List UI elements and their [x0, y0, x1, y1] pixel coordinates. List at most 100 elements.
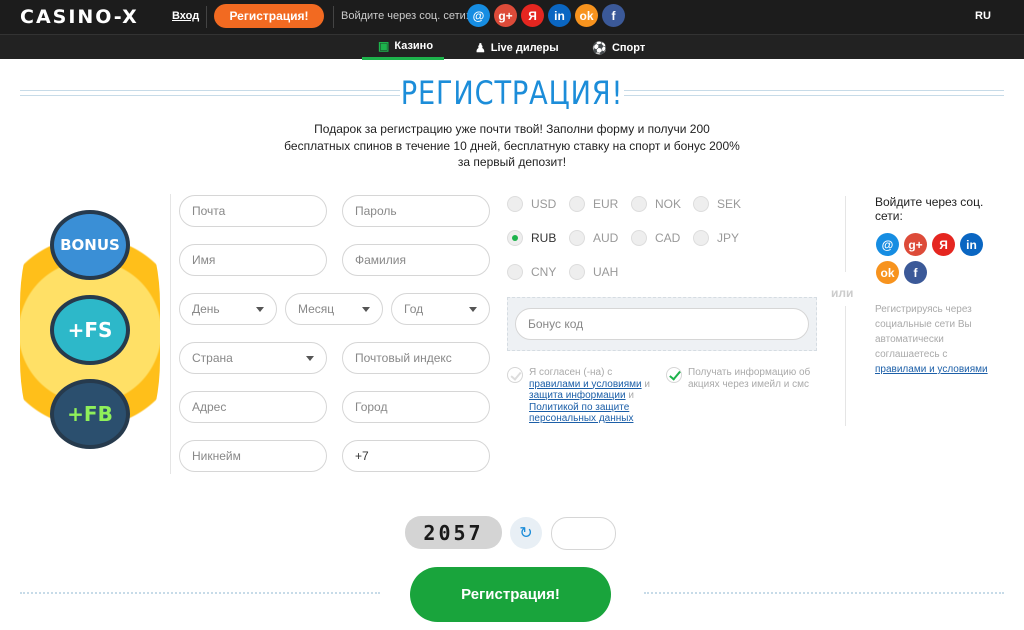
- currency-label: CNY: [531, 265, 557, 279]
- slot-machine-icon: ▣: [378, 39, 390, 53]
- terms-agreement[interactable]: Я согласен (-на) с правилами и условиями…: [507, 367, 657, 425]
- logo[interactable]: CASINO-X: [20, 6, 139, 28]
- yandex-icon[interactable]: Я: [932, 233, 955, 256]
- radio-icon: [569, 196, 585, 212]
- odnoklassniki-icon[interactable]: ok: [876, 261, 899, 284]
- radio-icon: [569, 230, 585, 246]
- first-name-field[interactable]: Имя: [179, 244, 327, 276]
- language-selector[interactable]: RU: [975, 10, 991, 22]
- linkedin-icon[interactable]: in: [960, 233, 983, 256]
- radio-icon: [569, 264, 585, 280]
- nav-live-label: Live дилеры: [490, 41, 559, 54]
- captcha-image: 2057: [405, 516, 502, 549]
- register-header-button[interactable]: Регистрация!: [214, 4, 324, 28]
- country-select[interactable]: Страна: [179, 342, 327, 374]
- address-field[interactable]: Адрес: [179, 391, 327, 423]
- checkbox-icon[interactable]: [507, 367, 523, 383]
- dealer-icon: ♟: [475, 40, 486, 55]
- yandex-icon[interactable]: Я: [521, 4, 544, 27]
- promo-illustration: BONUS +FS +FB: [20, 192, 160, 472]
- top-bar: CASINO-X Вход Регистрация! Войдите через…: [0, 0, 1024, 34]
- currency-cny[interactable]: CNY: [507, 264, 556, 280]
- currency-label: USD: [531, 197, 557, 211]
- password-field[interactable]: Пароль: [342, 195, 490, 227]
- refresh-icon[interactable]: ↻: [510, 517, 542, 549]
- newsletter-text: Получать информацию об акциях через имей…: [688, 367, 811, 390]
- currency-jpy[interactable]: JPY: [693, 230, 739, 246]
- main-nav: ▣ Казино ♟ Live дилеры ⚽ Спорт: [0, 34, 1024, 60]
- captcha-input[interactable]: [551, 517, 616, 550]
- currency-sek[interactable]: SEK: [693, 196, 741, 212]
- currency-cad[interactable]: CAD: [631, 230, 680, 246]
- divider: [333, 6, 334, 28]
- login-link[interactable]: Вход: [172, 10, 199, 22]
- currency-uah[interactable]: UAH: [569, 264, 618, 280]
- currency-label: UAH: [593, 265, 619, 279]
- divider: [206, 6, 207, 28]
- page-subtitle: Подарок за регистрацию уже почти твой! З…: [284, 122, 740, 169]
- nav-live-dealers[interactable]: ♟ Live дилеры: [475, 35, 559, 60]
- currency-label: CAD: [655, 231, 681, 245]
- radio-icon: [693, 230, 709, 246]
- bonus-badge: BONUS: [50, 210, 130, 280]
- city-field[interactable]: Город: [342, 391, 490, 423]
- social-rules-link[interactable]: правилами и условиями: [875, 364, 988, 375]
- google-plus-icon[interactable]: g+: [494, 4, 517, 27]
- or-separator: или: [831, 286, 854, 300]
- mail-ru-icon[interactable]: @: [876, 233, 899, 256]
- free-spins-badge: +FS: [50, 295, 130, 365]
- nickname-field[interactable]: Никнейм: [179, 440, 327, 472]
- nav-sport-label: Спорт: [611, 41, 646, 54]
- facebook-icon[interactable]: f: [602, 4, 625, 27]
- currency-label: EUR: [593, 197, 619, 211]
- register-submit-button[interactable]: Регистрация!: [410, 567, 611, 622]
- social-login-title: Войдите через соц. сети:: [875, 195, 984, 223]
- phone-field[interactable]: +7: [342, 440, 490, 472]
- country-select-label: Страна: [192, 351, 233, 365]
- rules-link[interactable]: правилами и условиями: [529, 379, 642, 390]
- google-plus-icon[interactable]: g+: [904, 233, 927, 256]
- last-name-field[interactable]: Фамилия: [342, 244, 490, 276]
- currency-rub[interactable]: RUB: [507, 230, 556, 246]
- facebook-icon[interactable]: f: [904, 261, 927, 284]
- social-terms-text: Регистрируясь через социальные сети Вы а…: [875, 304, 972, 360]
- radio-icon: [631, 196, 647, 212]
- terms-text: Я согласен (-на) с: [529, 367, 613, 378]
- day-select[interactable]: День: [179, 293, 277, 325]
- divider: [845, 196, 846, 272]
- radio-icon: [693, 196, 709, 212]
- nav-sport[interactable]: ⚽ Спорт: [592, 35, 645, 60]
- promo-code-input[interactable]: Бонус код: [515, 308, 809, 340]
- chevron-down-icon: [306, 356, 314, 361]
- zip-field[interactable]: Почтовый индекс: [342, 342, 490, 374]
- odnoklassniki-icon[interactable]: ok: [575, 4, 598, 27]
- checkbox-checked-icon[interactable]: [666, 367, 682, 383]
- terms-text: и: [641, 378, 650, 390]
- month-select-label: Месяц: [298, 302, 335, 316]
- year-select-label: Год: [404, 302, 424, 316]
- currency-label: JPY: [717, 231, 740, 245]
- social-login-label: Войдите через соц. сети:: [341, 10, 469, 22]
- radio-icon: [507, 196, 523, 212]
- policy-link[interactable]: Политикой по защите персональных данных: [529, 402, 633, 425]
- currency-usd[interactable]: USD: [507, 196, 556, 212]
- newsletter-agreement[interactable]: Получать информацию об акциях через имей…: [666, 367, 818, 390]
- currency-label: NOK: [655, 197, 682, 211]
- social-login-side: @ g+ Я in ok f: [876, 233, 996, 284]
- currency-aud[interactable]: AUD: [569, 230, 618, 246]
- month-select[interactable]: Месяц: [285, 293, 383, 325]
- chevron-down-icon: [469, 307, 477, 312]
- linkedin-icon[interactable]: in: [548, 4, 571, 27]
- terms-agreement-text: Я согласен (-на) с правилами и условиями…: [529, 367, 657, 425]
- divider: [170, 194, 171, 474]
- protection-link[interactable]: защита информации: [529, 390, 626, 401]
- radio-icon: [631, 230, 647, 246]
- currency-nok[interactable]: NOK: [631, 196, 681, 212]
- currency-eur[interactable]: EUR: [569, 196, 618, 212]
- email-field[interactable]: Почта: [179, 195, 327, 227]
- mail-ru-icon[interactable]: @: [467, 4, 490, 27]
- year-select[interactable]: Год: [391, 293, 490, 325]
- divider: [845, 306, 846, 426]
- nav-casino[interactable]: ▣ Казино: [362, 35, 444, 60]
- page-title: РЕГИСТРАЦИЯ!: [400, 74, 624, 112]
